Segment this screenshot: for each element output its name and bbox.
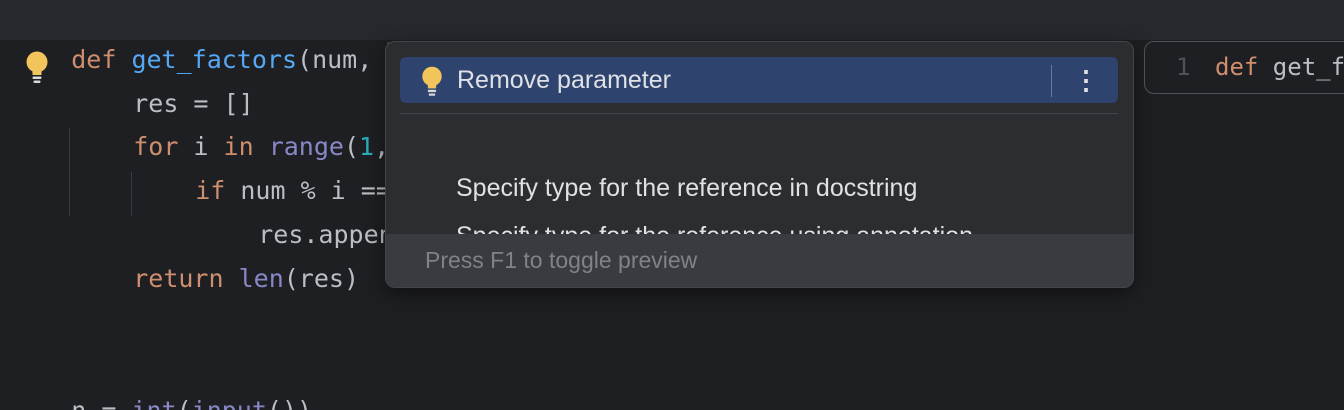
action-label: Remove parameter xyxy=(457,66,671,94)
divider xyxy=(1051,65,1052,97)
code-text: (num, xyxy=(297,45,388,74)
more-vertical-icon[interactable]: ⋮ xyxy=(1068,57,1104,103)
indent-guide xyxy=(69,128,70,216)
lightbulb-icon[interactable] xyxy=(24,50,50,84)
code-text: (res) xyxy=(283,264,360,293)
code-text: ( xyxy=(177,396,192,410)
code-text: n = xyxy=(71,396,131,410)
code-text: ()) xyxy=(267,396,312,410)
divider xyxy=(400,113,1118,114)
keyword: return xyxy=(133,264,224,293)
code-line-3[interactable]: for i in range(1, nu xyxy=(73,87,434,161)
popup-footer: Press F1 to toggle preview xyxy=(386,234,1133,287)
builtin-name: len xyxy=(238,264,284,293)
footer-hint: Press F1 to toggle preview xyxy=(425,247,698,273)
action-label: Specify type for the reference in docstr… xyxy=(456,174,918,202)
code-line-6[interactable]: return len(res) xyxy=(73,219,359,293)
lightbulb-icon xyxy=(422,66,442,96)
remove-parameter-action[interactable]: Remove parameter ⋮ xyxy=(400,57,1118,103)
intention-actions-popup: Remove parameter ⋮ Specify type for the … xyxy=(385,41,1134,288)
specify-type-docstring-action[interactable]: Specify type for the reference in docstr… xyxy=(400,165,1118,211)
preview-panel: 1 def get_f xyxy=(1144,41,1344,94)
code-line-9[interactable]: n = int(input()) xyxy=(11,351,312,410)
code-line-2[interactable]: res = [] xyxy=(73,44,253,118)
line-number: 1 xyxy=(1176,53,1191,81)
indent-guide xyxy=(131,172,132,216)
builtin-name: int xyxy=(131,396,176,410)
builtin-name: input xyxy=(192,396,267,410)
code-text: get_f xyxy=(1258,53,1344,81)
code-line-1[interactable]: def get_factors(num, length): xyxy=(11,0,508,77)
keyword: def xyxy=(1215,53,1259,81)
preview-code: def get_f xyxy=(1215,42,1344,93)
